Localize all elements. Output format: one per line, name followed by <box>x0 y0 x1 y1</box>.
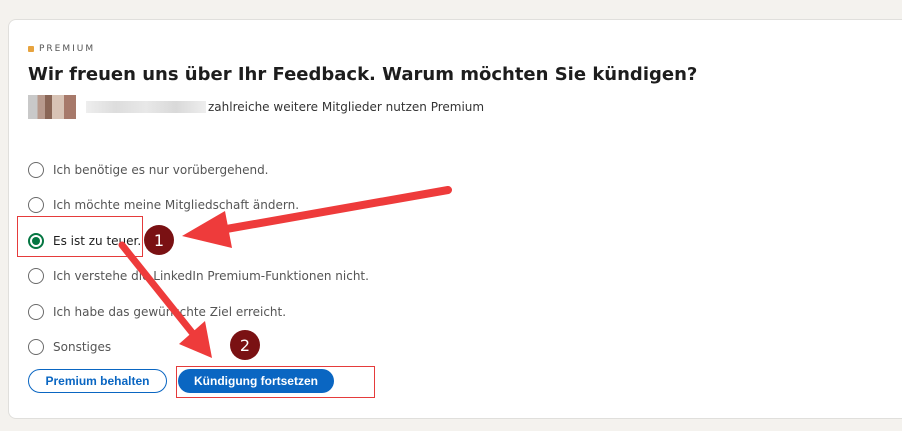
step-badge-1: 1 <box>144 225 174 255</box>
step-badge-2: 2 <box>230 330 260 360</box>
arrow-to-option-icon <box>182 186 452 248</box>
annotation-arrows <box>118 186 452 358</box>
arrow-to-button-icon <box>118 241 212 358</box>
